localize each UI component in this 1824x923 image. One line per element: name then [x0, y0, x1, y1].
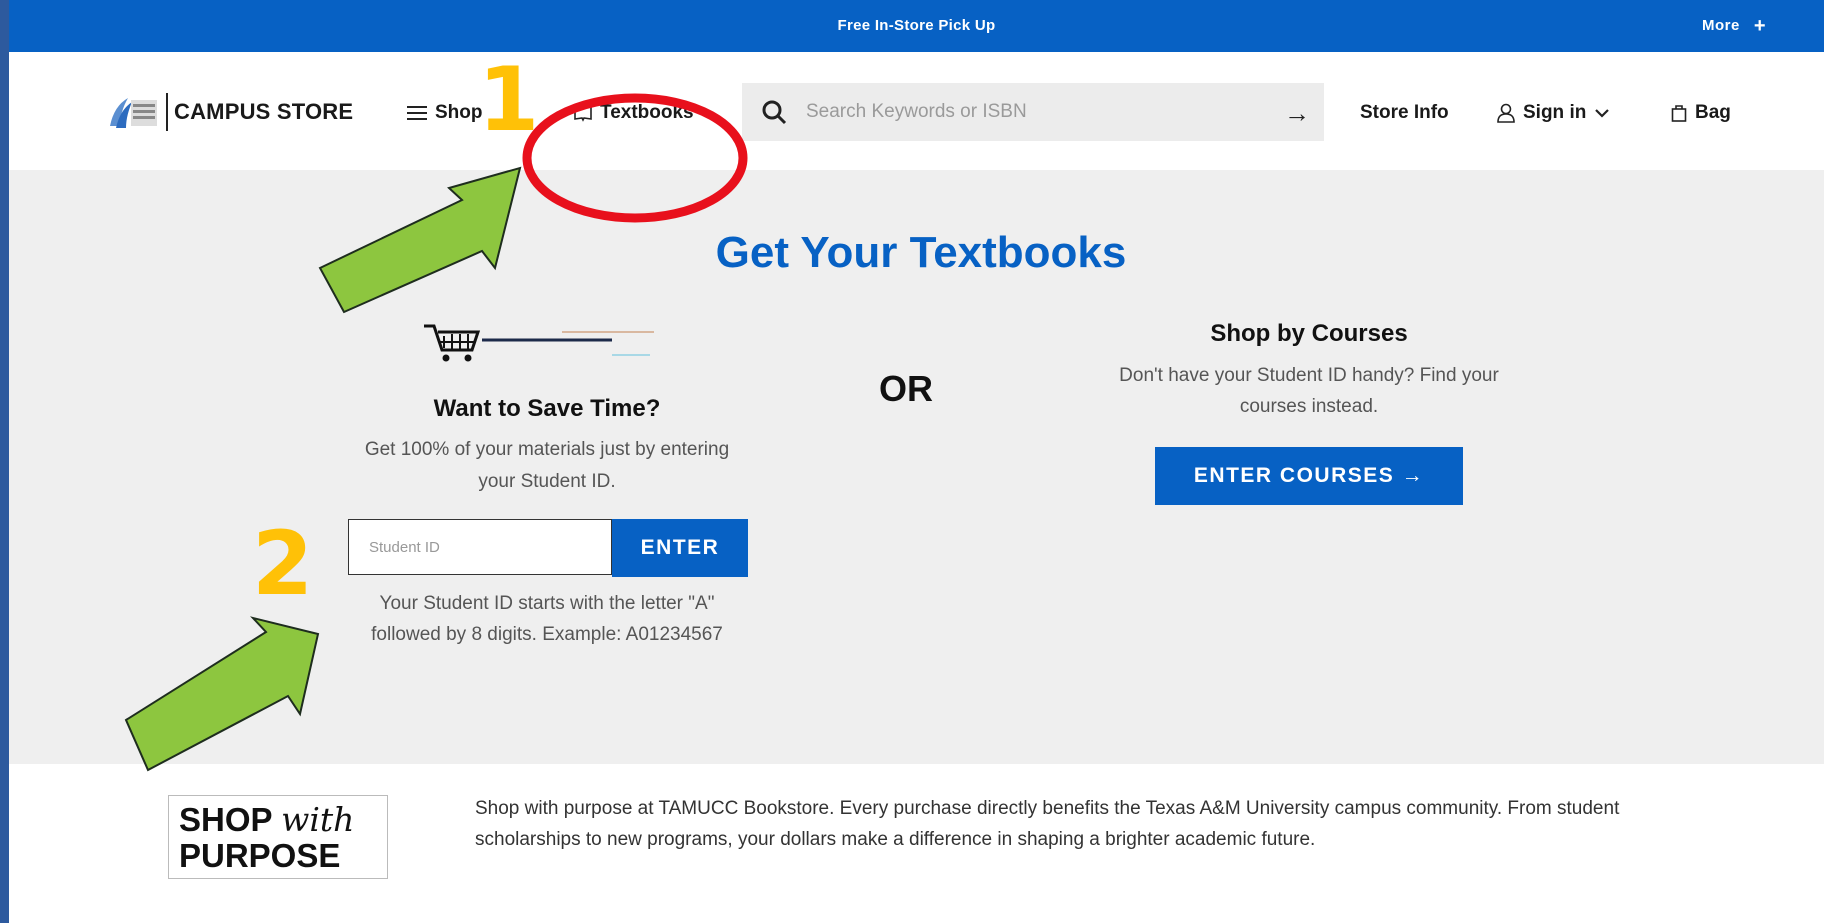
bag-label: Bag [1695, 102, 1731, 123]
logo-text: CAMPUS STORE [174, 99, 354, 124]
page-title: Get Your Textbooks [715, 228, 1127, 277]
university-logo-icon [110, 98, 157, 128]
nav-shop-label: Shop [435, 102, 483, 123]
chevron-down-icon [1595, 109, 1610, 118]
badge-line-1: SHOP with [179, 800, 355, 839]
student-id-panel: Want to Save Time? Get 100% of your mate… [327, 170, 767, 764]
store-logo[interactable]: CAMPUS STORE [106, 92, 353, 132]
shop-with-purpose-section: SHOP with PURPOSE Shop with purpose at T… [9, 764, 1824, 923]
sign-in-button[interactable]: Sign in [1497, 102, 1610, 124]
student-id-input[interactable] [348, 519, 612, 575]
step-1-number: 1 [478, 48, 540, 151]
promo-bar: Free In-Store Pick Up More + [9, 0, 1824, 52]
page: Free In-Store Pick Up More + CAMPUS STOR… [9, 0, 1824, 923]
save-time-description: Get 100% of your materials just by enter… [364, 439, 730, 492]
site-header: CAMPUS STORE Shop Textbooks → Store [9, 52, 1824, 170]
shop-with-purpose-logo: SHOP with PURPOSE [168, 795, 388, 879]
save-time-heading: Want to Save Time? [433, 395, 661, 422]
more-label: More [1701, 17, 1740, 34]
bag-button[interactable]: Bag [1671, 102, 1731, 124]
search-bar: → [742, 83, 1324, 141]
menu-icon [407, 106, 427, 120]
enter-button[interactable]: ENTER [612, 519, 748, 577]
plus-icon: + [1753, 14, 1766, 37]
shop-by-courses-heading: Shop by Courses [1210, 320, 1408, 347]
search-input[interactable] [804, 100, 1258, 124]
bag-icon [1671, 105, 1687, 122]
shopping-cart-icon [424, 324, 654, 362]
user-icon [1497, 103, 1515, 123]
shop-with-purpose-text: Shop with purpose at TAMUCC Bookstore. E… [475, 798, 1620, 850]
sign-in-label: Sign in [1523, 102, 1587, 123]
more-button[interactable]: More + [1701, 14, 1766, 37]
student-id-hint: Your Student ID starts with the letter "… [371, 593, 723, 645]
promo-text[interactable]: Free In-Store Pick Up [9, 17, 1824, 34]
enter-courses-button[interactable]: ENTER COURSES → [1155, 447, 1463, 505]
textbooks-section: Get Your Textbooks Want to Save Time? Ge… [9, 170, 1824, 764]
badge-line-2: PURPOSE [179, 837, 341, 874]
courses-panel: Shop by Courses Don't have your Student … [1109, 170, 1509, 764]
nav-shop[interactable]: Shop [407, 102, 483, 124]
store-info-link[interactable]: Store Info [1360, 102, 1449, 124]
or-divider: OR [879, 368, 933, 409]
nav-textbooks[interactable]: Textbooks [574, 102, 694, 124]
shop-by-courses-description: Don't have your Student ID handy? Find y… [1119, 365, 1499, 417]
logo-divider [166, 93, 168, 131]
step-2-number: 2 [252, 512, 314, 615]
student-id-form: ENTER [348, 519, 748, 577]
book-icon [574, 105, 592, 122]
nav-textbooks-label: Textbooks [600, 102, 694, 123]
arrow-right-icon[interactable]: → [1284, 98, 1310, 129]
search-icon [762, 100, 787, 125]
